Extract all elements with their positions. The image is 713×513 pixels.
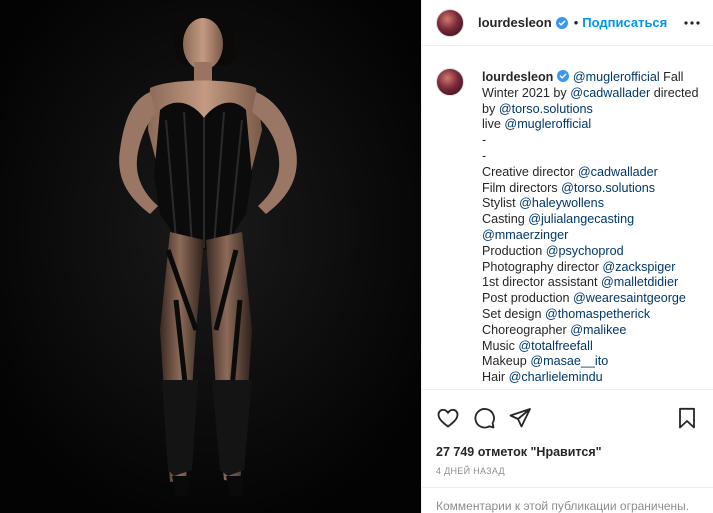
caption-mention-link[interactable]: @torso.solutions bbox=[499, 102, 593, 116]
caption-line: Post production @wearesaintgeorge bbox=[482, 291, 696, 307]
caption-mention-link[interactable]: @cadwallader bbox=[578, 165, 658, 179]
caption-text-fragment: Stylist bbox=[482, 196, 520, 211]
caption-mention-link[interactable]: @haleywollens bbox=[519, 196, 604, 210]
caption-text-fragment: Choreographer bbox=[482, 322, 571, 337]
caption-text-fragment: Hair bbox=[482, 370, 509, 385]
post-photo[interactable] bbox=[0, 0, 421, 513]
caption-text-fragment: Casting bbox=[482, 212, 529, 227]
caption-area: lourdesleon @muglerofficial Fall Winter … bbox=[422, 46, 713, 389]
caption-mention-link[interactable]: @julialangecasting bbox=[528, 212, 634, 226]
post-date[interactable]: 4 ДНЕЙ НАЗАД bbox=[436, 466, 505, 476]
caption-mention-link[interactable]: @torso.solutions bbox=[561, 181, 655, 195]
paper-plane-icon[interactable] bbox=[508, 406, 532, 430]
caption-mention-link[interactable]: @mmaerzinger bbox=[482, 228, 568, 242]
caption-line: Creative director @cadwallader bbox=[482, 165, 696, 181]
caption-text-fragment: - bbox=[482, 133, 487, 148]
caption-first-line: lourdesleon @muglerofficial Fall bbox=[482, 70, 696, 86]
caption-text-fragment: Creative director bbox=[482, 164, 578, 179]
caption-mention-link[interactable]: @totalfreefall bbox=[518, 339, 592, 353]
caption-text: lourdesleon @muglerofficial Fall Winter … bbox=[482, 70, 699, 386]
caption-mention-link[interactable]: @zackspiger bbox=[602, 260, 675, 274]
caption-text-fragment: Photography director bbox=[482, 259, 603, 274]
caption-line: Photography director @zackspiger bbox=[482, 260, 696, 276]
caption-text-fragment: live bbox=[482, 117, 505, 132]
caption-text-fragment: by bbox=[482, 101, 499, 116]
heart-icon[interactable] bbox=[436, 406, 460, 430]
caption-text-fragment: Film directors bbox=[482, 180, 562, 195]
caption-text-fragment: Fall bbox=[659, 70, 684, 84]
verified-badge-icon bbox=[557, 70, 570, 82]
caption-mention-link[interactable]: @thomaspetherick bbox=[545, 307, 650, 321]
caption-mention-link[interactable]: @muglerofficial bbox=[573, 70, 660, 84]
caption-line: Production @psychoprod bbox=[482, 244, 696, 260]
caption-line: Casting @julialangecasting bbox=[482, 212, 696, 228]
post-header: lourdesleon • Подписаться bbox=[422, 0, 713, 46]
caption-line: live @muglerofficial bbox=[482, 117, 696, 133]
more-options-icon[interactable] bbox=[683, 14, 701, 32]
caption-line: Music @totalfreefall bbox=[482, 339, 696, 355]
header-separator: • bbox=[573, 15, 579, 30]
caption-line: Makeup @masae__ito bbox=[482, 354, 696, 370]
author-username[interactable]: lourdesleon bbox=[478, 15, 552, 30]
caption-text-fragment: Winter 2021 by bbox=[482, 85, 571, 100]
caption-line: - bbox=[482, 133, 696, 149]
caption-line: by @torso.solutions bbox=[482, 102, 696, 118]
caption-mention-link[interactable]: @malikee bbox=[570, 323, 626, 337]
action-bar bbox=[422, 389, 713, 445]
caption-mention-link[interactable]: @malletdidier bbox=[601, 275, 678, 289]
caption-line: Winter 2021 by @cadwallader directed bbox=[482, 85, 699, 102]
caption-text-fragment: Production bbox=[482, 243, 546, 258]
author-avatar[interactable] bbox=[436, 8, 464, 37]
follow-button[interactable]: Подписаться bbox=[582, 15, 667, 30]
post-photo-image bbox=[0, 0, 421, 513]
post-sidebar: lourdesleon • Подписаться lourdesleon @m… bbox=[421, 0, 713, 513]
likes-count[interactable]: 27 749 отметок "Нравится" bbox=[436, 445, 602, 459]
comments-restricted-notice: Комментарии к этой публикации ограничены… bbox=[422, 487, 713, 513]
caption-text-fragment: - bbox=[482, 148, 487, 163]
caption-mention-link[interactable]: @cadwallader bbox=[570, 86, 650, 100]
caption-row: lourdesleon @muglerofficial Fall Winter … bbox=[436, 68, 703, 386]
caption-line: Film directors @torso.solutions bbox=[482, 181, 696, 197]
comment-bubble-icon[interactable] bbox=[472, 406, 496, 430]
caption-text-fragment: Post production bbox=[482, 291, 574, 306]
caption-author[interactable]: lourdesleon bbox=[482, 70, 553, 84]
caption-text-fragment: directed bbox=[650, 85, 699, 100]
caption-mention-link[interactable]: @charlielemindu bbox=[509, 370, 603, 384]
caption-line: Set design @thomaspetherick bbox=[482, 307, 696, 323]
caption-text-fragment: Music bbox=[482, 338, 519, 353]
caption-mention-link[interactable]: @wearesaintgeorge bbox=[573, 291, 686, 305]
caption-line: @mmaerzinger bbox=[482, 228, 696, 244]
caption-line: - bbox=[482, 149, 696, 165]
caption-mention-link[interactable]: @psychoprod bbox=[546, 244, 624, 258]
caption-mention-link[interactable]: @muglerofficial bbox=[504, 117, 591, 131]
caption-avatar[interactable] bbox=[436, 68, 464, 96]
caption-line: Choreographer @malikee bbox=[482, 323, 696, 339]
caption-mention-link[interactable]: @masae__ito bbox=[530, 354, 608, 368]
caption-line: Hair @charlielemindu bbox=[482, 370, 696, 386]
bookmark-icon[interactable] bbox=[675, 406, 699, 430]
caption-text-fragment: Set design bbox=[482, 306, 546, 321]
caption-text-fragment: 1st director assistant bbox=[482, 275, 601, 290]
caption-text-fragment: Makeup bbox=[482, 354, 531, 369]
caption-line: 1st director assistant @malletdidier bbox=[482, 275, 696, 291]
caption-line: Stylist @haleywollens bbox=[482, 196, 696, 212]
verified-badge-icon bbox=[555, 16, 568, 29]
